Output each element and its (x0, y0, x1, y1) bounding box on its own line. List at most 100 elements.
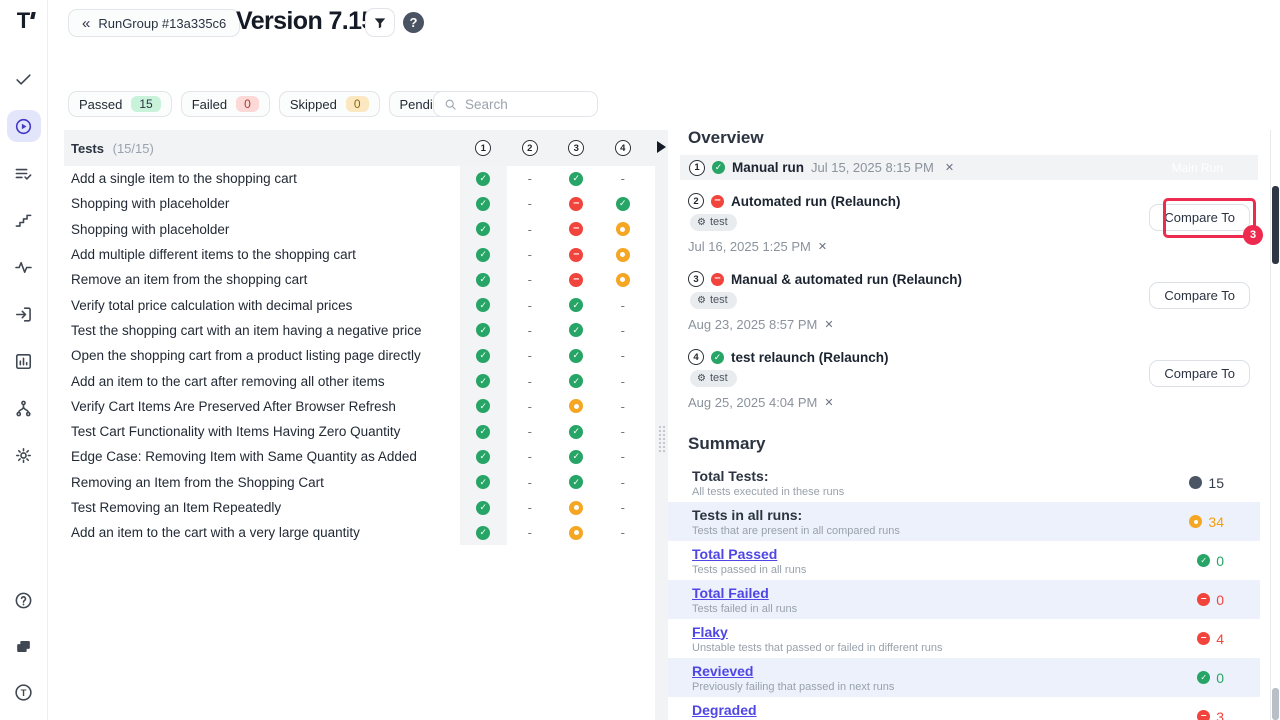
test-name[interactable]: Shopping with placeholder (64, 222, 460, 237)
search-input[interactable] (465, 97, 587, 112)
summary-row-label[interactable]: Degraded (692, 702, 892, 718)
sidebar-nav (7, 63, 41, 471)
table-row[interactable]: Add an item to the cart after removing a… (64, 368, 658, 393)
filter-tab-failed[interactable]: Failed 0 (181, 91, 270, 117)
test-name[interactable]: Add an item to the cart with a very larg… (64, 525, 460, 540)
test-name[interactable]: Add an item to the cart after removing a… (64, 374, 460, 389)
column-header-run-3[interactable]: 3 (553, 140, 600, 156)
gear-icon[interactable] (7, 439, 41, 471)
test-name[interactable]: Verify Cart Items Are Preserved After Br… (64, 399, 460, 414)
steps-icon[interactable] (7, 204, 41, 236)
compare-to-button[interactable]: Compare To (1149, 282, 1250, 309)
status-pass-icon (476, 526, 490, 540)
folders-icon[interactable] (7, 630, 41, 662)
table-row[interactable]: Edge Case: Removing Item with Same Quant… (64, 444, 658, 469)
status-pass-icon (569, 172, 583, 186)
test-name[interactable]: Removing an Item from the Shopping Cart (64, 475, 460, 490)
filter-button[interactable] (365, 8, 395, 37)
table-row[interactable]: Add a single item to the shopping cart-- (64, 166, 658, 191)
scrollbar-thumb[interactable] (1272, 186, 1279, 264)
remove-run-icon[interactable] (945, 161, 954, 174)
no-result: - (528, 222, 532, 237)
help-button[interactable]: ? (403, 12, 424, 33)
no-result: - (621, 374, 625, 389)
table-row[interactable]: Shopping with placeholder - (64, 191, 658, 216)
run-name: Automated run (Relaunch) (731, 194, 901, 209)
branch-icon[interactable] (7, 392, 41, 424)
no-result: - (528, 196, 532, 211)
test-name[interactable]: Test Removing an Item Repeatedly (64, 500, 460, 515)
column-header-run-4[interactable]: 4 (600, 140, 647, 156)
help-circle-icon[interactable] (7, 584, 41, 616)
status-pass-icon (476, 248, 490, 262)
summary-row-label[interactable]: Total Passed (692, 546, 806, 562)
column-header-run-2[interactable]: 2 (507, 140, 554, 156)
scrollbar-thumb-secondary[interactable] (1272, 688, 1279, 720)
logo-circle-icon[interactable]: T (7, 676, 41, 708)
drag-handle[interactable] (658, 425, 665, 453)
table-row[interactable]: Test the shopping cart with an item havi… (64, 318, 658, 343)
table-row[interactable]: Add an item to the cart with a very larg… (64, 520, 658, 545)
no-result: - (528, 374, 532, 389)
run-item[interactable]: 2 Automated run (Relaunch) ⚙ test Jul 16… (688, 193, 1250, 254)
table-row[interactable]: Test Removing an Item Repeatedly-- (64, 495, 658, 520)
no-result: - (528, 348, 532, 363)
app-logo[interactable]: T (17, 9, 30, 33)
run-item-main[interactable]: 1 Manual run Jul 15, 2025 8:15 PM Main R… (680, 155, 1258, 180)
remove-run-icon[interactable] (818, 240, 827, 253)
test-name[interactable]: Test the shopping cart with an item havi… (64, 323, 460, 338)
run-tag-label: test (710, 216, 728, 228)
back-to-rungroup-button[interactable]: « RunGroup #13a335c6 (68, 9, 240, 37)
column-header-run-1[interactable]: 1 (460, 140, 507, 156)
play-circle-icon[interactable] (7, 110, 41, 142)
run-tag[interactable]: ⚙ test (690, 292, 737, 309)
test-name[interactable]: Add a single item to the shopping cart (64, 171, 460, 186)
table-row[interactable]: Open the shopping cart from a product li… (64, 343, 658, 368)
run-tag[interactable]: ⚙ test (690, 214, 737, 231)
filter-tab-skipped[interactable]: Skipped 0 (279, 91, 380, 117)
test-name[interactable]: Test Cart Functionality with Items Havin… (64, 424, 460, 439)
table-row[interactable]: Verify total price calculation with deci… (64, 292, 658, 317)
summary-value-icon (1197, 554, 1210, 567)
run-status-icon (711, 351, 724, 364)
summary-row-description: Tests passed in all runs (692, 564, 806, 576)
table-row[interactable]: Remove an item from the shopping cart- (64, 267, 658, 292)
status-pass-icon (476, 273, 490, 287)
list-check-icon[interactable] (7, 157, 41, 189)
remove-run-icon[interactable] (824, 318, 833, 331)
collapse-panel-icon[interactable] (657, 141, 666, 153)
summary-row-label[interactable]: Revieved (692, 663, 894, 679)
test-name[interactable]: Add multiple different items to the shop… (64, 247, 460, 262)
activity-icon[interactable] (7, 251, 41, 283)
table-row[interactable]: Add multiple different items to the shop… (64, 242, 658, 267)
table-row[interactable]: Removing an Item from the Shopping Cart-… (64, 470, 658, 495)
test-name[interactable]: Open the shopping cart from a product li… (64, 348, 460, 363)
check-icon[interactable] (7, 63, 41, 95)
remove-run-icon[interactable] (824, 396, 833, 409)
funnel-icon (373, 16, 387, 30)
summary-value-number: 15 (1208, 475, 1224, 491)
run-item[interactable]: 3 Manual & automated run (Relaunch) ⚙ te… (688, 271, 1250, 332)
test-name[interactable]: Edge Case: Removing Item with Same Quant… (64, 449, 460, 464)
search-box (433, 91, 598, 117)
summary-row-label[interactable]: Total Failed (692, 585, 797, 601)
report-chart-icon[interactable] (7, 345, 41, 377)
table-row[interactable]: Verify Cart Items Are Preserved After Br… (64, 394, 658, 419)
test-name[interactable]: Shopping with placeholder (64, 196, 460, 211)
test-name[interactable]: Remove an item from the shopping cart (64, 272, 460, 287)
summary-row-description: Tests that are present in all compared r… (692, 525, 900, 537)
compare-to-button[interactable]: Compare To (1149, 204, 1250, 231)
no-result: - (528, 247, 532, 262)
table-row[interactable]: Test Cart Functionality with Items Havin… (64, 419, 658, 444)
table-row[interactable]: Shopping with placeholder - (64, 217, 658, 242)
test-name[interactable]: Verify total price calculation with deci… (64, 298, 460, 313)
compare-to-button[interactable]: Compare To (1149, 360, 1250, 387)
run-date: Aug 23, 2025 8:57 PM (688, 317, 817, 332)
run-tag[interactable]: ⚙ test (690, 370, 737, 387)
no-result: - (528, 500, 532, 515)
filter-tab-passed[interactable]: Passed 15 (68, 91, 172, 117)
summary-row-label[interactable]: Flaky (692, 624, 943, 640)
import-box-icon[interactable] (7, 298, 41, 330)
run-item[interactable]: 4 test relaunch (Relaunch) ⚙ test Aug 25… (688, 349, 1250, 410)
status-pass-icon (569, 425, 583, 439)
